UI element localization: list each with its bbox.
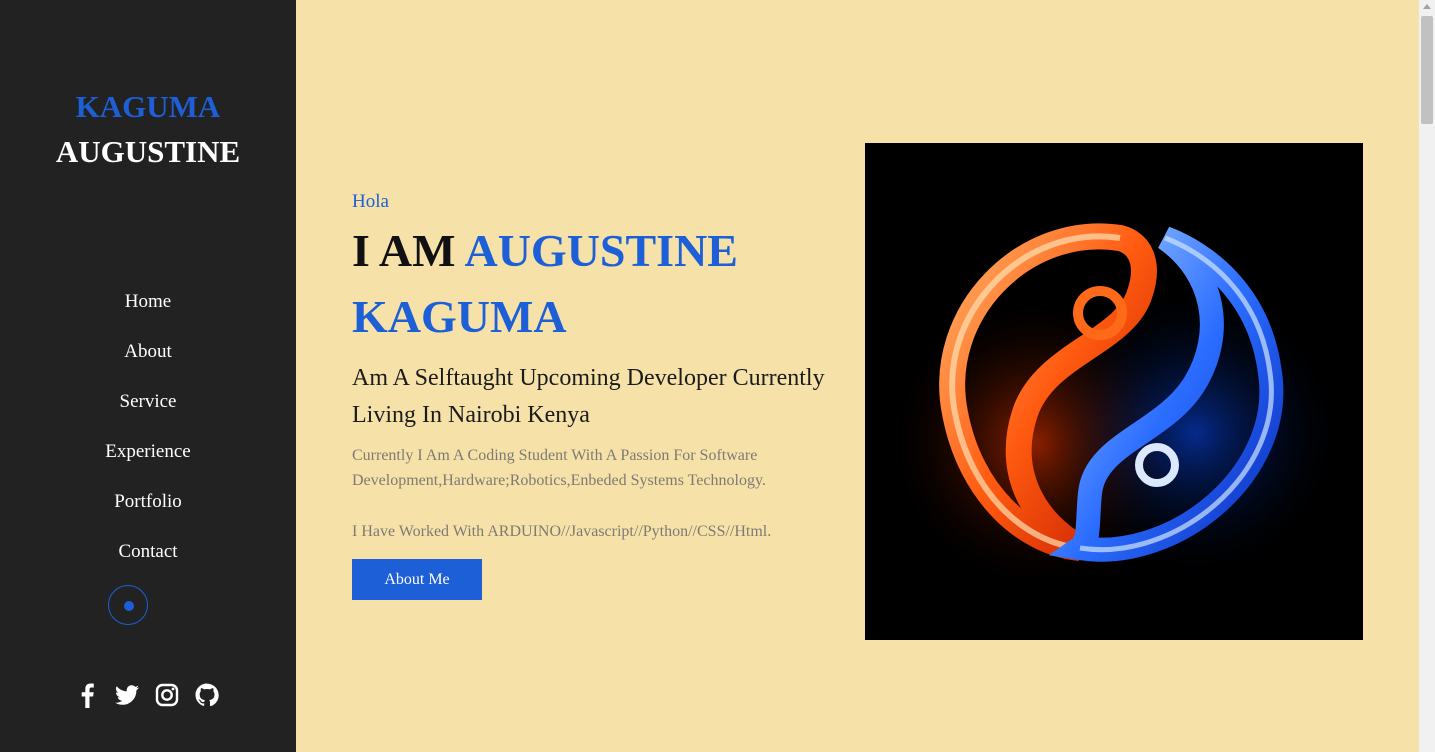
profile-image <box>865 143 1363 640</box>
scrollbar-thumb[interactable] <box>1421 16 1433 124</box>
nav-item-service[interactable]: Service <box>0 382 296 432</box>
brand-first-name: KAGUMA <box>75 89 221 124</box>
hero-description: Currently I Am A Coding Student With A P… <box>352 447 766 489</box>
nav-item-about[interactable]: About <box>0 332 296 382</box>
hero-tagline: Am A Selftaught Upcoming Developer Curre… <box>352 365 825 428</box>
hero-skills: I Have Worked With ARDUINO//Javascript//… <box>352 523 772 540</box>
scroll-up-arrow-icon[interactable] <box>1423 4 1431 9</box>
nav-item-experience[interactable]: Experience <box>0 432 296 482</box>
toggle-dot <box>124 601 134 611</box>
instagram-icon[interactable] <box>152 680 182 710</box>
greeting: Hola <box>352 191 389 212</box>
nav-item-portfolio[interactable]: Portfolio <box>0 482 296 532</box>
yin-yang-fire-water-image <box>865 143 1363 640</box>
brand-last-name: AUGUSTINE <box>55 134 241 169</box>
twitter-icon[interactable] <box>112 680 142 710</box>
github-icon[interactable] <box>192 680 222 710</box>
brand-logo[interactable]: KAGUMA AUGUSTINE <box>0 84 296 174</box>
facebook-icon[interactable] <box>72 680 102 710</box>
nav-item-contact[interactable]: Contact <box>0 532 296 582</box>
nav-item-home[interactable]: Home <box>0 282 296 332</box>
page-scrollbar[interactable] <box>1419 0 1435 752</box>
about-me-button[interactable]: About Me <box>352 559 482 600</box>
social-links <box>72 680 222 710</box>
hero-section: Hola I AM AUGUSTINE KAGUMA Am A Selftaug… <box>352 188 852 544</box>
theme-toggle[interactable] <box>108 585 148 625</box>
nav-menu: Home About Service Experience Portfolio … <box>0 282 296 582</box>
hero-headline: I AM AUGUSTINE KAGUMA <box>352 218 852 350</box>
headline-prefix: I AM <box>352 225 465 276</box>
sidebar: KAGUMA AUGUSTINE Home About Service Expe… <box>0 0 296 752</box>
